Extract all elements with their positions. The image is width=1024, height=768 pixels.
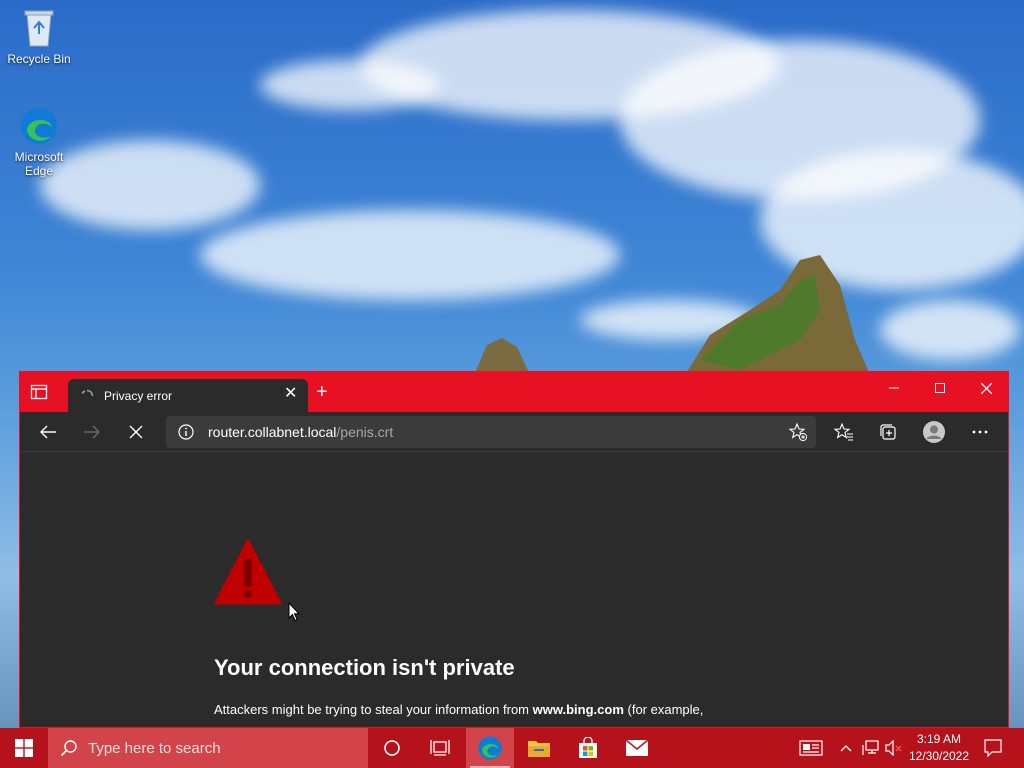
tab-title: Privacy error	[104, 389, 173, 403]
desktop-icon-label: Microsoft Edge	[14, 150, 64, 178]
desktop-icon-recycle-bin[interactable]: Recycle Bin	[3, 8, 75, 66]
edge-icon	[19, 106, 59, 146]
mouse-cursor-icon	[288, 602, 300, 622]
site-info-icon[interactable]	[178, 424, 194, 440]
news-and-interests-icon[interactable]	[796, 728, 826, 768]
loading-spinner-icon	[81, 389, 94, 397]
start-button[interactable]	[0, 728, 48, 768]
rock-island	[685, 255, 870, 375]
recycle-bin-icon	[19, 8, 59, 48]
volume-muted-icon[interactable]	[884, 728, 904, 768]
clock-date: 12/30/2022	[908, 749, 970, 763]
notifications-icon[interactable]	[978, 728, 1008, 768]
collections-button[interactable]	[874, 418, 902, 446]
task-view-icon[interactable]	[416, 728, 464, 768]
taskbar-search-box[interactable]	[48, 728, 368, 768]
show-hidden-icons-chevron-icon[interactable]	[836, 728, 856, 768]
network-icon[interactable]	[860, 728, 882, 768]
error-description: Attackers might be trying to steal your …	[214, 702, 703, 717]
file-explorer-icon[interactable]	[515, 728, 563, 768]
taskbar-edge-button[interactable]	[466, 728, 514, 768]
add-favorite-icon[interactable]	[788, 422, 808, 442]
mail-icon[interactable]	[613, 728, 661, 768]
minimize-button[interactable]	[871, 372, 917, 404]
back-button[interactable]	[34, 418, 62, 446]
edge-icon	[478, 736, 502, 760]
desktop-icon-microsoft-edge[interactable]: Microsoft Edge	[3, 106, 75, 178]
page-content: Your connection isn't private Attackers …	[20, 453, 1008, 727]
page-title: Your connection isn't private	[214, 655, 515, 680]
maximize-button[interactable]	[917, 372, 963, 404]
settings-more-button[interactable]	[966, 418, 994, 446]
url-host: router.collabnet.local	[208, 424, 337, 440]
navigation-toolbar: router.collabnet.local/penis.crt	[20, 412, 1008, 452]
microsoft-store-icon[interactable]	[564, 728, 612, 768]
address-bar[interactable]: router.collabnet.local/penis.crt	[166, 416, 816, 448]
search-icon	[60, 740, 77, 757]
new-tab-button[interactable]: +	[316, 382, 328, 402]
address-url[interactable]: router.collabnet.local/penis.crt	[208, 424, 393, 440]
close-tab-icon[interactable]: ✕	[284, 386, 298, 402]
taskbar: 3:19 AM 12/30/2022	[0, 728, 1024, 768]
close-window-button[interactable]	[963, 372, 1008, 404]
edge-browser-window: Privacy error ✕ + router.collabnet.local…	[19, 371, 1009, 728]
warning-icon	[214, 539, 282, 605]
forward-button[interactable]	[78, 418, 106, 446]
desktop-icon-label: Recycle Bin	[7, 52, 71, 66]
search-input[interactable]	[88, 737, 358, 759]
url-path: /penis.crt	[336, 424, 394, 440]
taskbar-clock[interactable]: 3:19 AM 12/30/2022	[904, 731, 974, 765]
error-text-suffix: (for example,	[623, 702, 704, 717]
clock-time: 3:19 AM	[916, 732, 962, 746]
error-text-prefix: Attackers might be trying to steal your …	[214, 702, 533, 717]
profile-button[interactable]	[920, 418, 948, 446]
title-bar: Privacy error ✕ +	[20, 372, 1008, 412]
favorites-button[interactable]	[830, 418, 858, 446]
avatar-icon	[923, 421, 945, 443]
small-rock	[474, 338, 530, 375]
windows-logo-icon	[15, 739, 33, 757]
tab-privacy-error[interactable]: Privacy error ✕	[68, 379, 308, 412]
tab-actions-icon[interactable]	[30, 384, 48, 400]
stop-loading-button[interactable]	[122, 418, 150, 446]
error-site: www.bing.com	[532, 702, 624, 717]
cortana-icon[interactable]	[368, 728, 416, 768]
